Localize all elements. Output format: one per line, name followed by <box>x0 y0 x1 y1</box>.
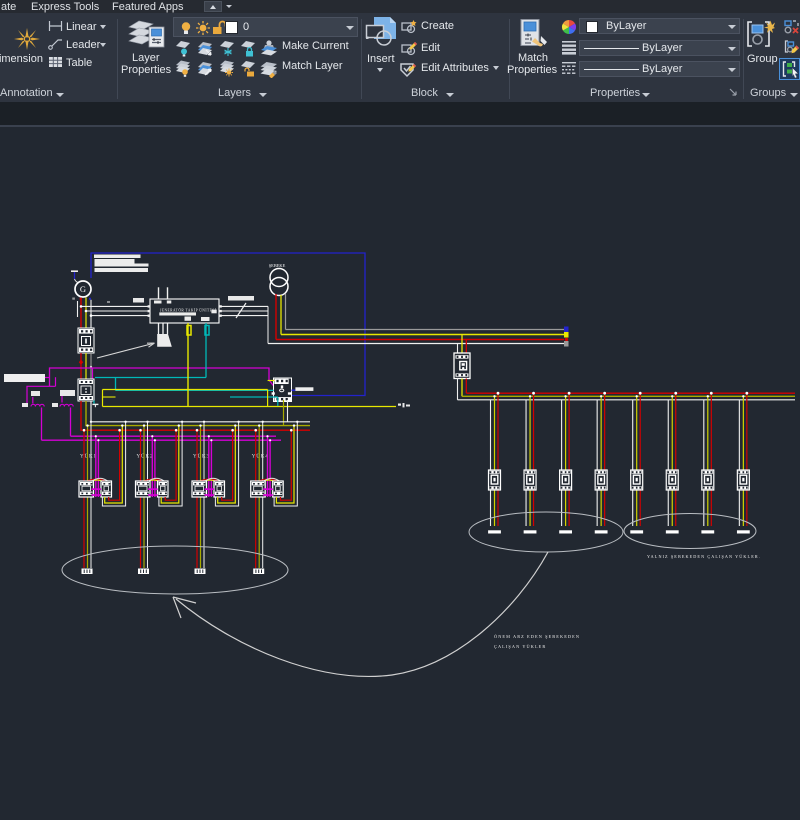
svg-text:ŞEBEKE: ŞEBEKE <box>269 263 286 268</box>
svg-text:JENERATÖR TAKİP ÜNİTESİ: JENERATÖR TAKİP ÜNİTESİ <box>160 307 217 312</box>
svg-text:YÜK2: YÜK2 <box>137 454 154 460</box>
svg-text:YÜK4: YÜK4 <box>252 454 269 460</box>
svg-text:YALNIZ ŞEBEKEDEN ÇALIŞAN YÜKLE: YALNIZ ŞEBEKEDEN ÇALIŞAN YÜKLER. <box>647 554 761 559</box>
svg-text:G: G <box>80 284 86 294</box>
svg-text:YÜK1: YÜK1 <box>80 454 97 460</box>
svg-text:YÜK3: YÜK3 <box>193 454 210 460</box>
svg-text:ÇALIŞAN YÜKLER: ÇALIŞAN YÜKLER <box>494 644 546 649</box>
svg-text:ÖNEM ARZ EDEN ŞEBEKEDEN: ÖNEM ARZ EDEN ŞEBEKEDEN <box>494 634 580 639</box>
